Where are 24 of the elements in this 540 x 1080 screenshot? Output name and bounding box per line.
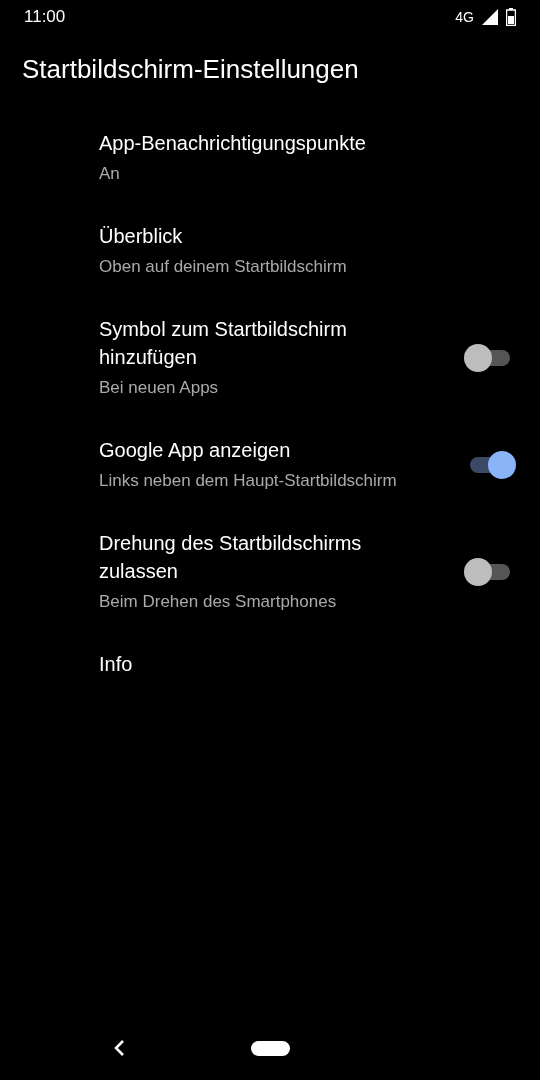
setting-title: Überblick [99, 224, 183, 249]
setting-summary: Oben auf deinem Startbildschirm [99, 256, 347, 278]
signal-icon [482, 9, 498, 25]
settings-item[interactable]: Symbol zum Startbildschirm hinzufügen Bei neuen Apps [0, 297, 540, 418]
battery-icon [506, 8, 516, 26]
settings-item[interactable]: Google App anzeigen Links neben dem Haupt-Startbildschirm [0, 418, 540, 511]
setting-title: Info [99, 652, 133, 677]
back-icon[interactable] [112, 1039, 126, 1057]
setting-title: App-Benachrichtigungspunkte [99, 131, 366, 156]
settings-item[interactable]: Überblick Oben auf deinem Startbildschirm [0, 204, 540, 297]
setting-title: Drehung des Startbildschirms zulassen [99, 531, 363, 584]
setting-summary: An [99, 163, 120, 185]
network-type: 4G [455, 9, 474, 25]
page-title: Startbildschirm-Einstellungen [22, 54, 359, 85]
setting-summary: Beim Drehen des Smartphones [99, 591, 337, 613]
setting-title: Google App anzeigen [99, 438, 291, 463]
setting-title: Symbol zum Startbildschirm hinzufügen [99, 317, 348, 370]
setting-summary: Bei neuen Apps [99, 377, 219, 399]
settings-item[interactable]: Info [0, 632, 540, 696]
settings-item[interactable]: App-Benachrichtigungspunkte An [0, 111, 540, 204]
settings-item[interactable]: Drehung des Startbildschirms zulassen Beim Drehen des Smartphones [0, 511, 540, 632]
setting-summary: Links neben dem Haupt-Startbildschirm [99, 470, 397, 492]
clock-time: 11:00 [24, 7, 66, 27]
home-pill[interactable] [251, 1040, 290, 1056]
